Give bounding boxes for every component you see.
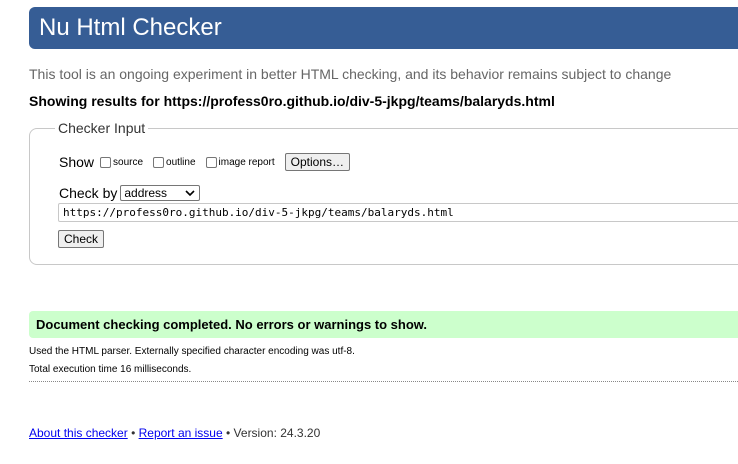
check-by-selected-value: address	[124, 186, 168, 200]
source-checkbox[interactable]	[100, 156, 112, 168]
outline-checkbox[interactable]	[153, 156, 165, 168]
image-report-checkbox[interactable]	[205, 156, 217, 168]
check-by-row: Check by address	[59, 184, 201, 204]
check-button[interactable]: Check	[58, 230, 105, 248]
parser-note: Used the HTML parser. Externally specifi…	[29, 346, 355, 357]
chevron-down-icon	[185, 186, 195, 204]
checker-input-legend: Checker Input	[55, 120, 149, 136]
source-option-label: source	[113, 156, 144, 168]
footer: About this checker • Report an issue • V…	[29, 426, 320, 440]
footer-separator: •	[131, 426, 136, 440]
image-report-option[interactable]: image report	[205, 156, 275, 168]
options-button[interactable]: Options…	[284, 153, 351, 171]
show-options-row: Show source outline image report Options…	[59, 153, 351, 171]
url-input[interactable]: https://profess0ro.github.io/div-5-jkpg/…	[58, 203, 738, 222]
check-by-select[interactable]: address	[120, 185, 201, 204]
results-heading: Showing results for https://profess0ro.g…	[29, 93, 555, 109]
report-issue-link[interactable]: Report an issue	[139, 426, 223, 440]
outline-option-label: outline	[166, 156, 196, 168]
source-option[interactable]: source	[100, 156, 144, 168]
header-banner: Nu Html Checker	[29, 7, 738, 49]
show-label: Show	[59, 154, 95, 170]
about-checker-link[interactable]: About this checker	[29, 426, 128, 440]
version-text: Version: 24.3.20	[233, 426, 321, 440]
execution-time-note: Total execution time 16 milliseconds.	[29, 364, 192, 375]
divider	[29, 381, 738, 382]
page-title: Nu Html Checker	[39, 14, 222, 41]
footer-separator: •	[226, 426, 231, 440]
outline-option[interactable]: outline	[153, 156, 196, 168]
check-by-label: Check by	[59, 185, 118, 201]
image-report-option-label: image report	[218, 156, 275, 168]
intro-text: This tool is an ongoing experiment in be…	[29, 66, 672, 82]
success-message: Document checking completed. No errors o…	[29, 311, 738, 338]
